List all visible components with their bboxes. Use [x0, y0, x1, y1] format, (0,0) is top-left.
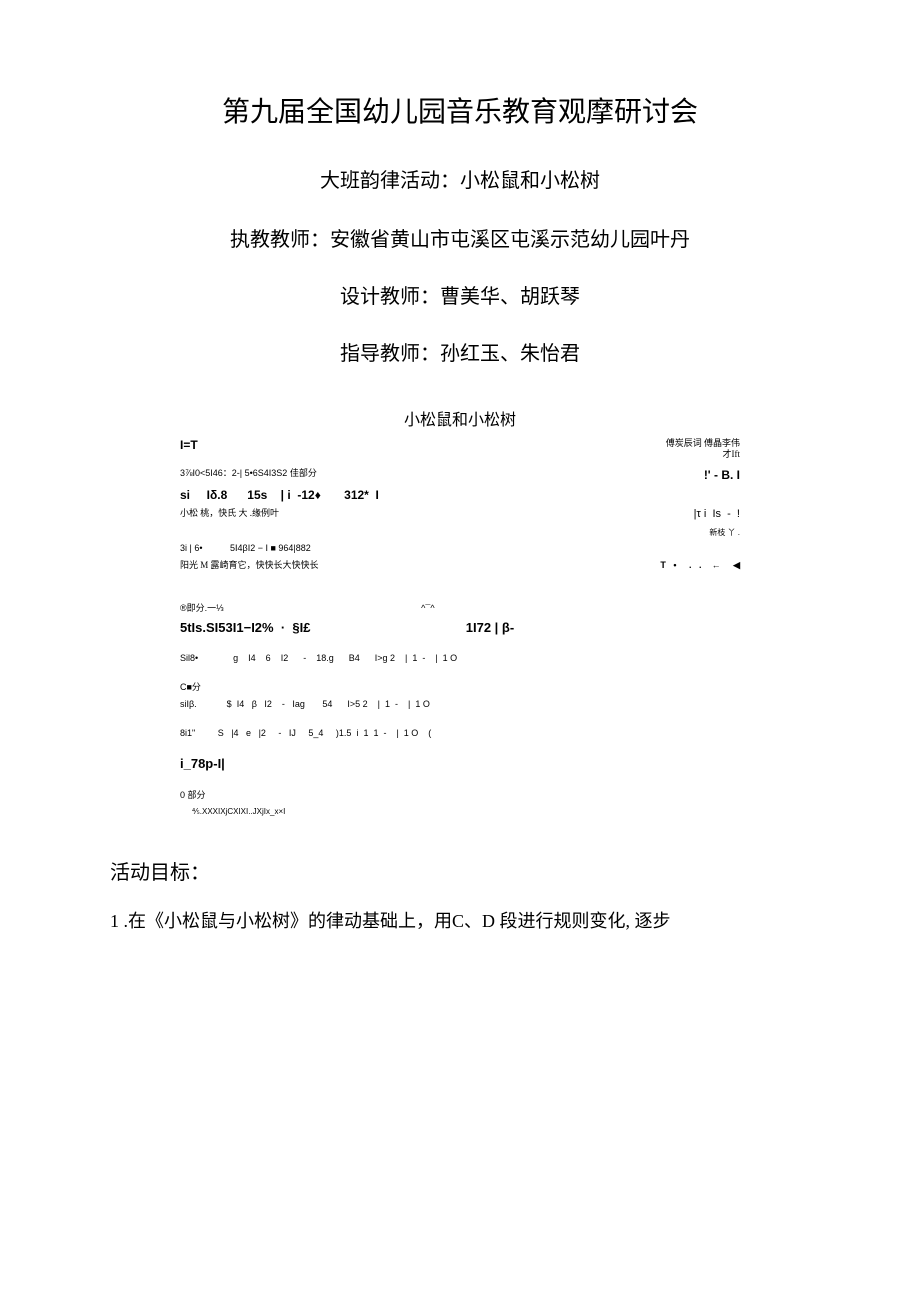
score-row-3-left: 小松 桃，快氏 大 .缘例叶	[180, 508, 279, 519]
score-row-9: C■分	[180, 682, 740, 693]
body-paragraph-1: 1 .在《小松鼠与小松树》的律动基础上，用C、D 段进行规则变化, 逐步	[110, 905, 810, 937]
designer-teacher-line: 设计教师：曹美华、胡跃琴	[110, 280, 810, 309]
document-page: 第九届全国幼儿园音乐教育观摩研讨会 大班韵律活动：小松鼠和小松树 执教教师：安徽…	[0, 0, 920, 978]
score-row-12: i_78p-I|	[180, 756, 740, 772]
score-row-1-right: !' - B. I	[704, 468, 740, 482]
score-row-1: 3⅞I0<5I46：2-| 5•6S4I3S2 佳部分	[180, 468, 317, 482]
score-key: I=T	[180, 438, 198, 452]
executor-teacher-line: 执教教师：安徽省黄山市屯溪区屯溪示范幼儿园叶丹	[110, 223, 810, 252]
credit-line2: 才Ift	[723, 449, 741, 459]
score-row-14: ⅘.XXXIXjCXIXI..JXjIx_x×I	[192, 807, 740, 817]
score-row-11: 8i1" S |4 e |2 - IJ 5_4 )1.5 i 1 1 - | 1…	[180, 728, 740, 739]
score-credit: 傅炭辰词 傅晶李伟 才Ift	[666, 438, 740, 460]
section-heading-goal: 活动目标：	[110, 856, 810, 885]
score-row-6: ®即分.一⅓ ^¯^	[180, 603, 740, 614]
score-row-7: 5tIs.SI53I1−I2% · §I£ 1I72 | β-	[180, 620, 740, 636]
score-row-4: 3i | 6• 5I4βI2 − I ■ 964|882	[180, 543, 740, 554]
score-row-8: Sil8• g I4 6 I2 - 18.g B4 I>g 2 | 1 - | …	[180, 653, 740, 664]
activity-subtitle: 大班韵律活动：小松鼠和小松树	[110, 164, 810, 193]
main-title: 第九届全国幼儿园音乐教育观摩研讨会	[110, 90, 810, 130]
score-row-3-right: |τ i Is - !	[694, 508, 740, 521]
score-row-3-right2: 新枝 丫 .	[694, 528, 740, 538]
score-title: 小松鼠和小松树	[110, 406, 810, 430]
credit-line1: 傅炭辰词 傅晶李伟	[666, 438, 740, 448]
advisor-teacher-line: 指导教师：孙红玉、朱怡君	[110, 337, 810, 366]
music-score-block: I=T 傅炭辰词 傅晶李伟 才Ift 3⅞I0<5I46：2-| 5•6S4I3…	[180, 438, 740, 816]
score-row-13: 0 部分	[180, 790, 740, 801]
score-row-10: siIβ. $ I4 β I2 - Iag 54 I>5 2 | 1 - | 1…	[180, 699, 740, 710]
score-row-5-left: 阳光 M 露崎育它，快快长大快快长	[180, 560, 319, 571]
score-row-5-right: T • . . ← ◀	[660, 560, 740, 579]
score-row-2: si Iδ.8 15s | i -12♦ 312* I	[180, 488, 740, 502]
